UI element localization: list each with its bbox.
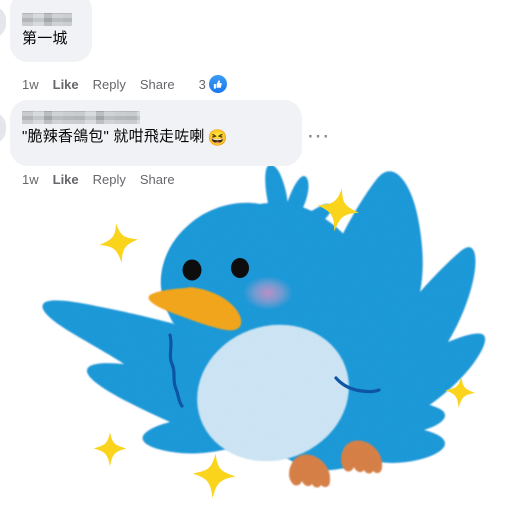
- comment-actions: 1w Like Reply Share: [22, 172, 175, 187]
- author-name-redacted: [22, 111, 140, 124]
- comment-more-options-icon[interactable]: ···: [308, 128, 331, 145]
- author-name-redacted: [22, 13, 72, 26]
- like-button[interactable]: Like: [53, 172, 79, 187]
- share-button[interactable]: Share: [140, 172, 175, 187]
- comment-actions: 1w Like Reply Share 3: [22, 75, 227, 93]
- reaction-chip[interactable]: 3: [199, 75, 227, 93]
- comment-text: "脆辣香鴿包" 就咁飛走咗喇 😆: [22, 127, 290, 149]
- comment-text: 第一城: [22, 30, 68, 47]
- thumbs-up-icon: [208, 75, 227, 93]
- reaction-count: 3: [198, 76, 206, 92]
- reply-button[interactable]: Reply: [93, 172, 126, 187]
- comment-timestamp: 1w: [22, 76, 39, 92]
- smiling-squinting-face-emoji: 😆: [207, 130, 228, 147]
- comment-timestamp: 1w: [22, 172, 39, 187]
- comment-bubble[interactable]: 第一城: [10, 0, 92, 62]
- share-button[interactable]: Share: [140, 77, 175, 92]
- like-button[interactable]: Like: [53, 77, 79, 92]
- reply-button[interactable]: Reply: [93, 77, 126, 92]
- bird-blush: [243, 276, 293, 310]
- comment-bubble[interactable]: "脆辣香鴿包" 就咁飛走咗喇 😆: [10, 100, 302, 166]
- comment-text-body: "脆辣香鴿包" 就咁飛走咗喇: [22, 128, 205, 145]
